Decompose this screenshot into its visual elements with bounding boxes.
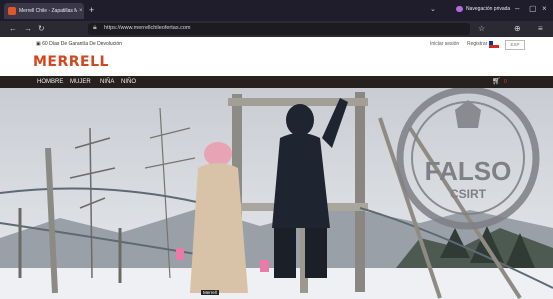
- menu-item-nina[interactable]: NIÑA: [100, 79, 114, 85]
- hero-image: FALSO CSIRT: [0, 88, 553, 299]
- register-link[interactable]: Registrar: [467, 41, 487, 47]
- private-mask-icon: [456, 6, 463, 12]
- new-tab-button[interactable]: +: [89, 5, 94, 15]
- extensions-icon[interactable]: ⊕: [514, 24, 521, 33]
- merrell-logo[interactable]: MERRELL: [33, 54, 109, 70]
- menu-item-nino[interactable]: NIÑO: [121, 79, 136, 85]
- hero-caption: Merrell: [201, 290, 219, 295]
- tab-close-button[interactable]: ×: [79, 8, 83, 14]
- cart-icon[interactable]: 🛒︎: [492, 77, 501, 85]
- promo-banner: ▣ 60 Días De Garantía De Devolución: [36, 41, 122, 47]
- lock-icon: 🔒︎: [93, 24, 97, 31]
- maximize-icon[interactable]: ▢: [529, 4, 537, 13]
- browser-tab-bar: Merrell Chile - Zapatillas Merrell × + ⌄…: [0, 0, 553, 21]
- back-arrow-icon[interactable]: ←: [9, 24, 17, 33]
- tab-list-chevron-down-icon[interactable]: ⌄: [430, 5, 436, 13]
- browser-tab[interactable]: Merrell Chile - Zapatillas Merrell ×: [4, 3, 84, 19]
- address-url[interactable]: https://www.merrellchileofertas.com: [104, 25, 191, 31]
- main-menu: HOMBRE MUJER NIÑA NIÑO 🛒︎ 0: [0, 76, 553, 88]
- close-window-icon[interactable]: ×: [542, 4, 547, 13]
- site-favicon-icon: [8, 7, 16, 15]
- login-link[interactable]: Iniciar sesión: [430, 41, 459, 47]
- menu-item-mujer[interactable]: MUJER: [70, 79, 91, 85]
- browser-nav-bar: ← → ↻ 🔒︎ https://www.merrellchileofertas…: [0, 21, 553, 37]
- promo-text: 60 Días De Garantía De Devolución: [42, 41, 122, 47]
- chile-flag-icon[interactable]: [489, 41, 499, 48]
- tab-title: Merrell Chile - Zapatillas Merrell: [19, 8, 77, 14]
- minimize-icon[interactable]: –: [515, 4, 519, 13]
- stamp-csirt-text: CSIRT: [450, 187, 487, 201]
- stamp-falso-text: FALSO: [425, 156, 512, 186]
- cart-count: 0: [504, 79, 507, 85]
- private-browsing-label: Navegación privada: [466, 6, 511, 12]
- address-bar[interactable]: 🔒︎ https://www.merrellchileofertas.com: [88, 23, 470, 35]
- reload-icon[interactable]: ↻: [38, 24, 45, 33]
- language-select[interactable]: ESP: [505, 40, 525, 50]
- app-menu-icon[interactable]: ≡: [538, 24, 543, 33]
- menu-item-hombre[interactable]: HOMBRE: [37, 79, 63, 85]
- promo-calendar-icon: ▣: [36, 41, 41, 47]
- bookmark-star-icon[interactable]: ☆: [478, 24, 485, 33]
- merrell-website: ▣ 60 Días De Garantía De Devolución Inic…: [0, 37, 553, 299]
- forward-arrow-icon[interactable]: →: [24, 24, 32, 33]
- private-browsing-indicator: Navegación privada: [456, 6, 510, 12]
- hero-photo-svg: FALSO CSIRT: [0, 88, 553, 299]
